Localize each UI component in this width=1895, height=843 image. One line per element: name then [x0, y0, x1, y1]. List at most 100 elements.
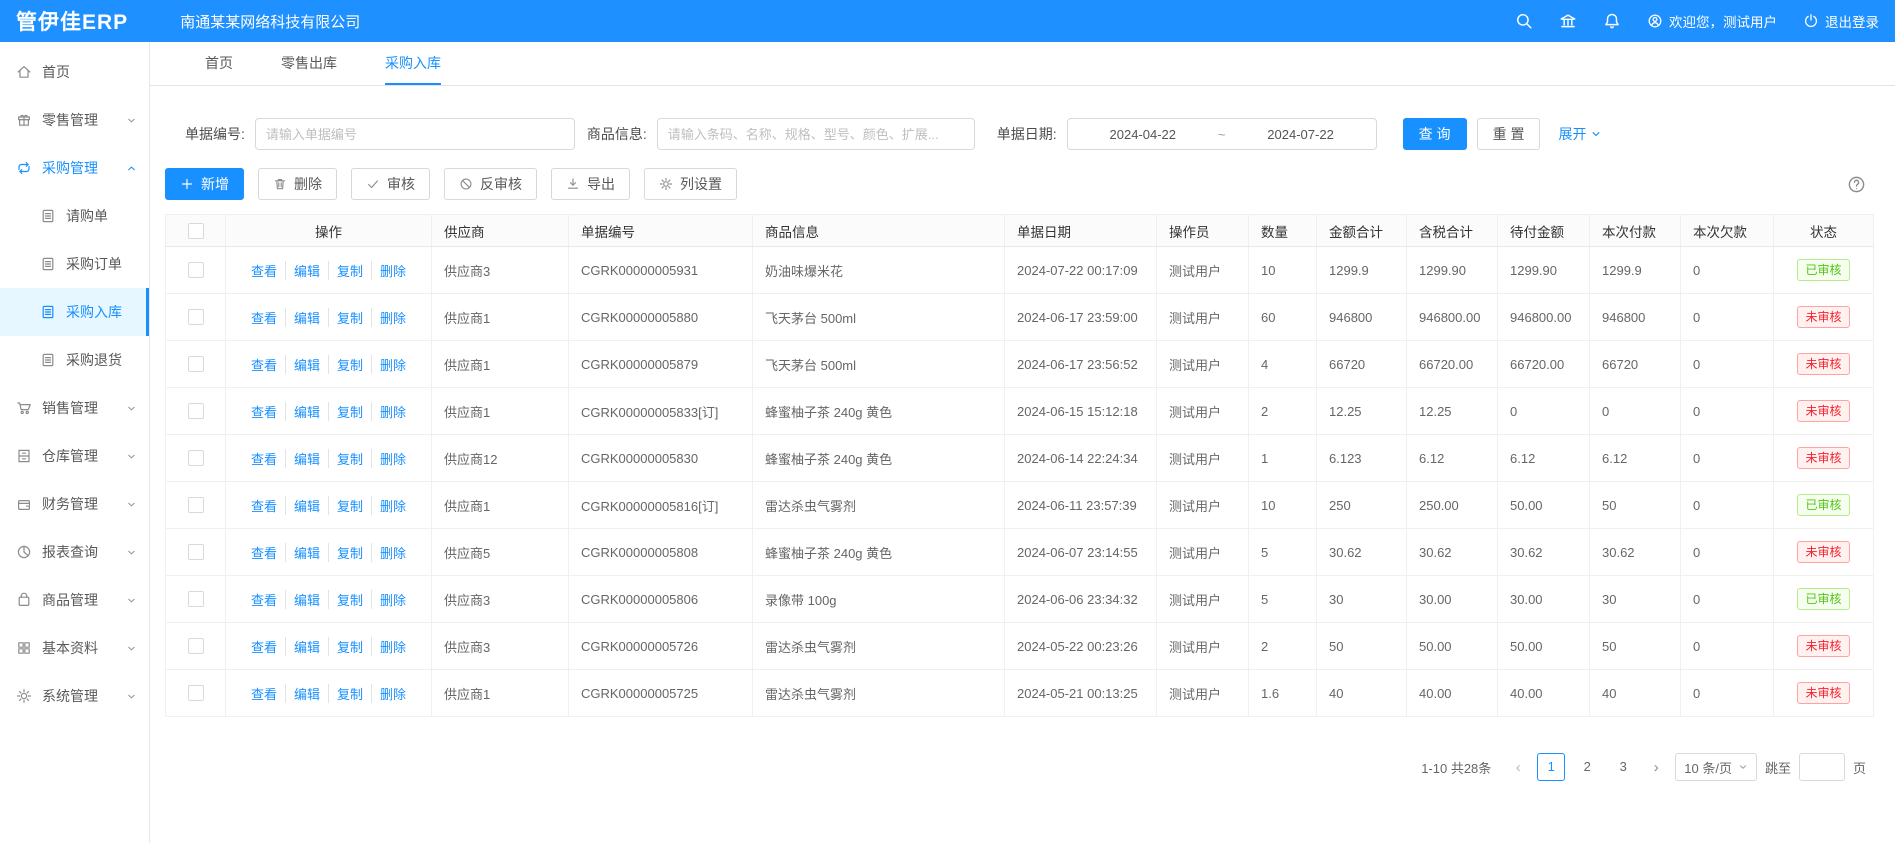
action-delete-link[interactable]: 删除	[371, 261, 414, 280]
sidebar-item-reports[interactable]: 报表查询	[0, 528, 149, 576]
bell-icon[interactable]	[1603, 12, 1621, 30]
action-copy-link[interactable]: 复制	[328, 637, 371, 656]
tab-retail-outbound[interactable]: 零售出库	[281, 42, 337, 85]
reset-button[interactable]: 重 置	[1477, 118, 1541, 150]
sidebar-item-purchase[interactable]: 采购管理	[0, 144, 149, 192]
action-edit-link[interactable]: 编辑	[285, 590, 328, 609]
export-button[interactable]: 导出	[551, 168, 630, 200]
search-button[interactable]: 查 询	[1403, 118, 1467, 150]
action-copy-link[interactable]: 复制	[328, 684, 371, 703]
action-delete-link[interactable]: 删除	[371, 637, 414, 656]
sidebar-item-system[interactable]: 系统管理	[0, 672, 149, 720]
date-end[interactable]: 2024-07-22	[1267, 127, 1334, 142]
action-copy-link[interactable]: 复制	[328, 496, 371, 515]
action-delete-link[interactable]: 删除	[371, 355, 414, 374]
sidebar-item-purchase-request[interactable]: 请购单	[0, 192, 149, 240]
action-edit-link[interactable]: 编辑	[285, 308, 328, 327]
next-page-button[interactable]: ›	[1645, 759, 1667, 776]
action-view-link[interactable]: 查看	[243, 449, 285, 468]
bank-icon[interactable]	[1559, 12, 1577, 30]
sidebar-item-purchase-inbound[interactable]: 采购入库	[0, 288, 149, 336]
action-delete-link[interactable]: 删除	[371, 543, 414, 562]
action-edit-link[interactable]: 编辑	[285, 402, 328, 421]
welcome-user[interactable]: 欢迎您，测试用户	[1647, 11, 1777, 31]
action-copy-link[interactable]: 复制	[328, 402, 371, 421]
action-edit-link[interactable]: 编辑	[285, 543, 328, 562]
sidebar-item-warehouse[interactable]: 仓库管理	[0, 432, 149, 480]
unaudit-button[interactable]: 反审核	[444, 168, 537, 200]
action-view-link[interactable]: 查看	[243, 355, 285, 374]
action-copy-link[interactable]: 复制	[328, 543, 371, 562]
action-copy-link[interactable]: 复制	[328, 355, 371, 374]
prev-page-button[interactable]: ‹	[1507, 759, 1529, 776]
action-edit-link[interactable]: 编辑	[285, 449, 328, 468]
page-size-select[interactable]: 10 条/页	[1675, 753, 1757, 781]
tab-home[interactable]: 首页	[205, 42, 233, 85]
action-delete-link[interactable]: 删除	[371, 590, 414, 609]
row-checkbox[interactable]	[188, 544, 204, 560]
sidebar-item-label: 请购单	[66, 206, 108, 226]
action-edit-link[interactable]: 编辑	[285, 261, 328, 280]
help-icon[interactable]	[1847, 175, 1866, 194]
app-logo[interactable]: 管伊佳ERP	[16, 6, 128, 36]
expand-link[interactable]: 展开	[1558, 124, 1602, 144]
row-checkbox[interactable]	[188, 356, 204, 372]
action-view-link[interactable]: 查看	[243, 684, 285, 703]
date-range-picker[interactable]: 2024-04-22 ~ 2024-07-22	[1067, 118, 1377, 150]
action-delete-link[interactable]: 删除	[371, 449, 414, 468]
action-view-link[interactable]: 查看	[243, 590, 285, 609]
cell-tax_total: 30.62	[1407, 529, 1498, 576]
sidebar-item-retail[interactable]: 零售管理	[0, 96, 149, 144]
action-view-link[interactable]: 查看	[243, 637, 285, 656]
action-delete-link[interactable]: 删除	[371, 402, 414, 421]
date-start[interactable]: 2024-04-22	[1110, 127, 1177, 142]
sidebar-item-finance[interactable]: 财务管理	[0, 480, 149, 528]
row-checkbox[interactable]	[188, 262, 204, 278]
order-no-input[interactable]	[255, 118, 575, 150]
action-view-link[interactable]: 查看	[243, 308, 285, 327]
sidebar-item-label: 基本资料	[42, 638, 98, 658]
sidebar-item-purchase-return[interactable]: 采购退货	[0, 336, 149, 384]
page-3-button[interactable]: 3	[1609, 753, 1637, 781]
sidebar-item-products[interactable]: 商品管理	[0, 576, 149, 624]
row-checkbox[interactable]	[188, 685, 204, 701]
action-edit-link[interactable]: 编辑	[285, 684, 328, 703]
sidebar-item-sales[interactable]: 销售管理	[0, 384, 149, 432]
product-info-input[interactable]	[657, 118, 975, 150]
row-checkbox[interactable]	[188, 450, 204, 466]
select-all-checkbox[interactable]	[188, 223, 204, 239]
row-checkbox[interactable]	[188, 309, 204, 325]
delete-button[interactable]: 删除	[258, 168, 337, 200]
columns-button[interactable]: 列设置	[644, 168, 737, 200]
row-checkbox[interactable]	[188, 497, 204, 513]
audit-button[interactable]: 审核	[351, 168, 430, 200]
page-2-button[interactable]: 2	[1573, 753, 1601, 781]
sidebar-item-home[interactable]: 首页	[0, 48, 149, 96]
action-view-link[interactable]: 查看	[243, 543, 285, 562]
action-delete-link[interactable]: 删除	[371, 684, 414, 703]
action-copy-link[interactable]: 复制	[328, 590, 371, 609]
row-checkbox[interactable]	[188, 638, 204, 654]
row-checkbox[interactable]	[188, 591, 204, 607]
action-edit-link[interactable]: 编辑	[285, 496, 328, 515]
tab-purchase-inbound[interactable]: 采购入库	[385, 42, 441, 85]
action-copy-link[interactable]: 复制	[328, 449, 371, 468]
jump-page-input[interactable]	[1799, 753, 1845, 781]
action-view-link[interactable]: 查看	[243, 496, 285, 515]
sidebar-item-basic-data[interactable]: 基本资料	[0, 624, 149, 672]
action-copy-link[interactable]: 复制	[328, 261, 371, 280]
sidebar-item-purchase-order[interactable]: 采购订单	[0, 240, 149, 288]
action-edit-link[interactable]: 编辑	[285, 355, 328, 374]
cell-supplier: 供应商1	[432, 341, 569, 388]
search-icon[interactable]	[1515, 12, 1533, 30]
action-delete-link[interactable]: 删除	[371, 496, 414, 515]
row-checkbox[interactable]	[188, 403, 204, 419]
page-1-button[interactable]: 1	[1537, 753, 1565, 781]
logout-button[interactable]: 退出登录	[1803, 11, 1879, 31]
action-view-link[interactable]: 查看	[243, 402, 285, 421]
action-copy-link[interactable]: 复制	[328, 308, 371, 327]
action-delete-link[interactable]: 删除	[371, 308, 414, 327]
action-edit-link[interactable]: 编辑	[285, 637, 328, 656]
add-button[interactable]: 新增	[165, 168, 244, 200]
action-view-link[interactable]: 查看	[243, 261, 285, 280]
